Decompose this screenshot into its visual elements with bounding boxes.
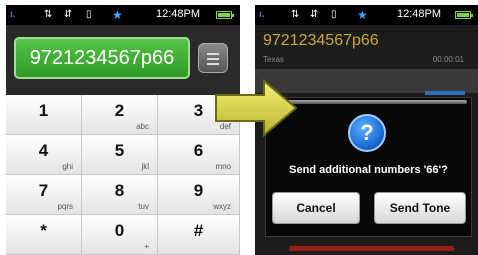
send-tone-button[interactable]: Send Tone: [374, 192, 466, 224]
key-digit: 4: [38, 141, 49, 160]
signal-icon: ı.: [10, 9, 16, 20]
dialog-top-bar: [270, 100, 467, 104]
key-6[interactable]: 6 mno: [158, 135, 240, 175]
wifi-icon: ⇵: [310, 9, 319, 20]
status-time: 12:48PM: [156, 8, 201, 20]
key-digit: 0: [114, 221, 125, 240]
key-1[interactable]: 1: [6, 95, 82, 135]
battery-icon: [455, 11, 473, 19]
call-location: Texas: [263, 55, 284, 64]
key-pound[interactable]: #: [158, 215, 240, 255]
key-letters: +: [144, 242, 149, 251]
end-call-bar: [289, 246, 454, 251]
wifi-icon: ⇵: [64, 9, 73, 20]
key-digit: 6: [193, 141, 204, 160]
question-icon: ?: [348, 114, 386, 152]
vibrate-icon: ▯: [86, 9, 92, 20]
bluetooth-icon: ★: [357, 8, 368, 22]
data-icon: ⇅: [291, 9, 300, 20]
key-8[interactable]: 8 tuv: [82, 175, 158, 215]
key-digit: *: [40, 221, 47, 240]
status-bar: ı. ⇅ ⇵ ▯ ★ 12:48PM: [6, 5, 240, 25]
key-7[interactable]: 7 pqrs: [6, 175, 82, 215]
backspace-icon: [207, 53, 219, 55]
key-digit: 8: [114, 181, 125, 200]
key-5[interactable]: 5 jkl: [82, 135, 158, 175]
key-letters: mno: [215, 162, 231, 171]
dial-header: 9721234567p66: [6, 25, 240, 95]
key-letters: ghi: [62, 162, 73, 171]
key-letters: abc: [136, 122, 149, 131]
key-digit: 1: [38, 101, 49, 120]
key-digit: 2: [114, 101, 125, 120]
key-4[interactable]: 4 ghi: [6, 135, 82, 175]
key-letters: wxyz: [213, 202, 231, 211]
key-digit: #: [193, 221, 204, 240]
key-digit: 5: [114, 141, 125, 160]
arrow-right-icon: [215, 79, 298, 137]
signal-icon: ı.: [259, 9, 265, 20]
keypad: 1 2 abc 3 def 4 ghi 5 jkl 6 mno 7 pqrs 8: [6, 95, 240, 255]
key-letters: jkl: [141, 162, 149, 171]
cancel-button[interactable]: Cancel: [272, 192, 360, 224]
key-2[interactable]: 2 abc: [82, 95, 158, 135]
call-timer: 00:00:01: [432, 55, 464, 64]
key-digit: 7: [38, 181, 49, 200]
key-digit: 9: [193, 181, 204, 200]
backspace-button[interactable]: [198, 43, 228, 73]
key-letters: pqrs: [57, 202, 73, 211]
status-bar: ı. ⇅ ⇵ ▯ ★ 12:48PM: [255, 5, 478, 25]
key-star[interactable]: *: [6, 215, 82, 255]
key-9[interactable]: 9 wxyz: [158, 175, 240, 215]
key-letters: tuv: [138, 202, 149, 211]
bluetooth-icon: ★: [112, 8, 123, 22]
status-time: 12:48PM: [397, 8, 442, 20]
dialog-message: Send additional numbers '66'?: [289, 164, 448, 176]
dialed-number-field[interactable]: 9721234567p66: [14, 37, 190, 79]
dialer-screen: ı. ⇅ ⇵ ▯ ★ 12:48PM 9721234567p66 1 2 abc…: [6, 5, 240, 255]
key-0[interactable]: 0 +: [82, 215, 158, 255]
data-icon: ⇅: [44, 9, 53, 20]
battery-icon: [216, 11, 234, 19]
call-number: 9721234567p66: [263, 32, 379, 49]
vibrate-icon: ▯: [331, 9, 337, 20]
background-accent: [425, 91, 465, 95]
